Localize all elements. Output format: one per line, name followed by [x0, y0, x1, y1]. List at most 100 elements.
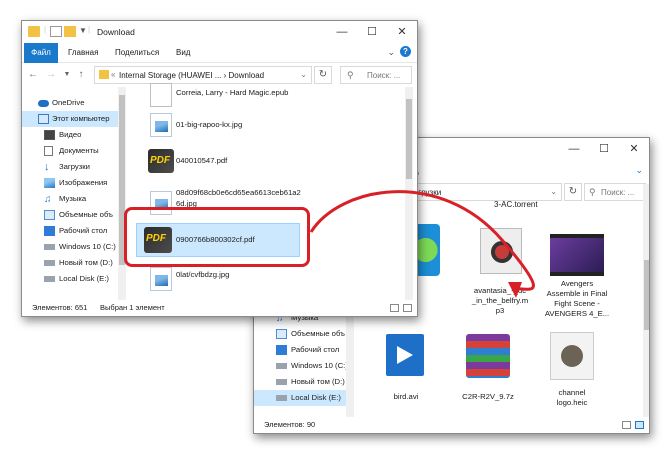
chevron-right-icon: « — [111, 70, 116, 79]
new-folder-icon[interactable] — [64, 26, 76, 37]
downloads-icon: ↓ — [44, 161, 50, 173]
onedrive-icon — [38, 100, 49, 107]
nav-item-3d-objects[interactable]: Объемные объ — [22, 207, 118, 223]
forward-arrow-icon[interactable]: → — [44, 68, 58, 82]
title-bar: | ▼ | Download — ☐ ✕ — [22, 21, 417, 43]
nav-item-video[interactable]: Видео — [22, 127, 118, 143]
nav-item-3d-objects[interactable]: Объемные объ — [254, 326, 346, 342]
nav-item-drive-e[interactable]: Local Disk (E:) — [254, 390, 346, 406]
content-scrollbar[interactable] — [405, 87, 413, 300]
tab-share[interactable]: Поделиться — [115, 43, 159, 63]
highlight-box — [124, 207, 310, 267]
help-icon[interactable]: ? — [400, 46, 411, 57]
image-icon — [150, 267, 172, 291]
documents-icon — [44, 146, 53, 156]
back-arrow-icon[interactable]: ← — [26, 68, 40, 82]
minimize-button[interactable]: — — [559, 138, 589, 160]
search-placeholder: Поиск: ... — [601, 188, 635, 197]
desktop-icon — [276, 345, 287, 355]
video-thumbnail-icon[interactable] — [550, 234, 604, 276]
file-name[interactable]: 0lat/cvfbdzg.jpg — [176, 269, 229, 280]
folder-icon — [99, 70, 109, 79]
folder-icon — [28, 26, 40, 37]
refresh-button[interactable]: ↻ — [564, 183, 582, 201]
navigation-scrollbar[interactable] — [118, 87, 126, 300]
minimize-button[interactable]: — — [327, 21, 357, 43]
tab-file[interactable]: Файл — [24, 43, 58, 63]
large-icons-view-icon[interactable] — [635, 421, 644, 429]
nav-item-onedrive[interactable]: OneDrive — [22, 95, 118, 111]
nav-item-drive-c[interactable]: Windows 10 (C:) — [22, 239, 118, 255]
up-arrow-icon[interactable]: ↑ — [74, 68, 88, 82]
content-scrollbar[interactable] — [643, 184, 649, 417]
maximize-button[interactable]: ☐ — [357, 21, 387, 43]
nav-item-desktop[interactable]: Рабочий стол — [22, 223, 118, 239]
file-name[interactable]: 01-big-rapoo-kx.jpg — [176, 119, 242, 130]
audio-icon[interactable] — [480, 228, 522, 274]
status-bar: Элементов: 651 Выбран 1 элемент — [22, 300, 417, 316]
video-file-icon[interactable] — [386, 334, 424, 376]
chevron-down-icon[interactable]: ⌄ — [387, 47, 395, 58]
search-box[interactable]: ⚲ Поиск: ... — [584, 183, 646, 201]
selection-count: Выбран 1 элемент — [100, 303, 165, 312]
nav-item-drive-d[interactable]: Новый том (D:) — [22, 255, 118, 271]
chevron-down-icon[interactable]: ⌄ — [635, 165, 643, 176]
tab-view[interactable]: Вид — [176, 43, 190, 63]
desktop-icon — [44, 226, 55, 236]
nav-item-drive-c[interactable]: Windows 10 (C:) — [254, 358, 348, 374]
refresh-button[interactable]: ↻ — [314, 66, 332, 84]
search-box[interactable]: ⚲ Поиск: ... — [340, 66, 412, 84]
nav-item-this-pc[interactable]: Этот компьютер — [22, 111, 118, 127]
file-name[interactable]: avantasia_-_dc _in_the_belfry.m p3 — [463, 286, 537, 316]
archive-icon[interactable] — [466, 334, 510, 378]
music-icon: ♫ — [44, 194, 52, 205]
nav-item-pictures[interactable]: Изображения — [22, 175, 118, 191]
chevron-down-icon[interactable]: ⌄ — [550, 187, 557, 196]
file-name[interactable]: 040010547.pdf — [176, 155, 227, 166]
nav-item-documents[interactable]: Документы — [22, 143, 118, 159]
item-count: Элементов: 651 — [32, 303, 88, 312]
item-count: Элементов: 90 — [264, 420, 316, 429]
explorer-window-download: | ▼ | Download — ☐ ✕ Файл Главная Подели… — [21, 20, 418, 317]
navigation-scrollbar[interactable] — [346, 310, 354, 417]
navigation-pane: OneDrive Этот компьютер Видео Документы … — [22, 87, 118, 300]
file-name[interactable]: bird.avi — [369, 392, 443, 402]
file-name[interactable]: 08d09f68cb0e6cd65ea6613ceb61a2 6d.jpg — [176, 187, 301, 209]
address-path: Internal Storage (HUAWEI ... › Download — [119, 71, 265, 80]
this-pc-icon — [38, 114, 49, 124]
navigation-pane: ♫ Музыка Объемные объ Рабочий стол Window… — [254, 310, 348, 417]
drive-icon — [276, 379, 287, 385]
pdf-icon: PDF — [148, 149, 174, 173]
drive-icon — [44, 276, 55, 282]
address-row: ← → ▼ ↑ « Internal Storage (HUAWEI ... ›… — [22, 63, 417, 87]
nav-item-drive-d[interactable]: Новый том (D:) — [254, 374, 346, 390]
nav-item-downloads[interactable]: ↓ Загрузки — [22, 159, 118, 175]
details-view-icon[interactable] — [390, 304, 399, 312]
file-name[interactable]: C2R-R2V_9.7z — [451, 392, 525, 402]
drive-icon — [44, 260, 55, 266]
chevron-down-icon[interactable]: ⌄ — [300, 70, 307, 79]
gimp-image-icon[interactable] — [550, 332, 594, 380]
details-view-icon[interactable] — [622, 421, 631, 429]
address-bar[interactable]: « Internal Storage (HUAWEI ... › Downloa… — [94, 66, 312, 84]
partial-file[interactable]: 3-AC.torrent — [494, 200, 538, 209]
address-bar[interactable]: Загрузки ⌄ — [404, 183, 562, 201]
close-button[interactable]: ✕ — [619, 138, 649, 160]
3d-objects-icon — [44, 210, 55, 220]
pictures-icon — [44, 178, 55, 188]
maximize-button[interactable]: ☐ — [589, 138, 619, 160]
nav-item-drive-e[interactable]: Local Disk (E:) — [22, 271, 118, 287]
quick-access-dropdown-icon[interactable]: ▼ — [79, 26, 87, 35]
file-name[interactable]: Avengers Assemble in Final Fight Scene - AV… — [540, 279, 614, 319]
nav-item-desktop[interactable]: Рабочий стол — [254, 342, 346, 358]
close-button[interactable]: ✕ — [387, 21, 417, 43]
nav-item-music[interactable]: ♫ Музыка — [22, 191, 118, 207]
large-icons-view-icon[interactable] — [403, 304, 412, 312]
recent-locations-icon[interactable]: ▼ — [60, 68, 74, 82]
file-name[interactable]: channel logo.heic — [535, 388, 609, 408]
file-name[interactable]: Correia, Larry - Hard Magic.epub — [176, 87, 288, 98]
properties-icon[interactable] — [50, 26, 62, 37]
drive-icon — [276, 395, 287, 401]
ribbon: Файл Главная Поделиться Вид ⌄ ? — [22, 43, 417, 63]
tab-home[interactable]: Главная — [68, 43, 98, 63]
